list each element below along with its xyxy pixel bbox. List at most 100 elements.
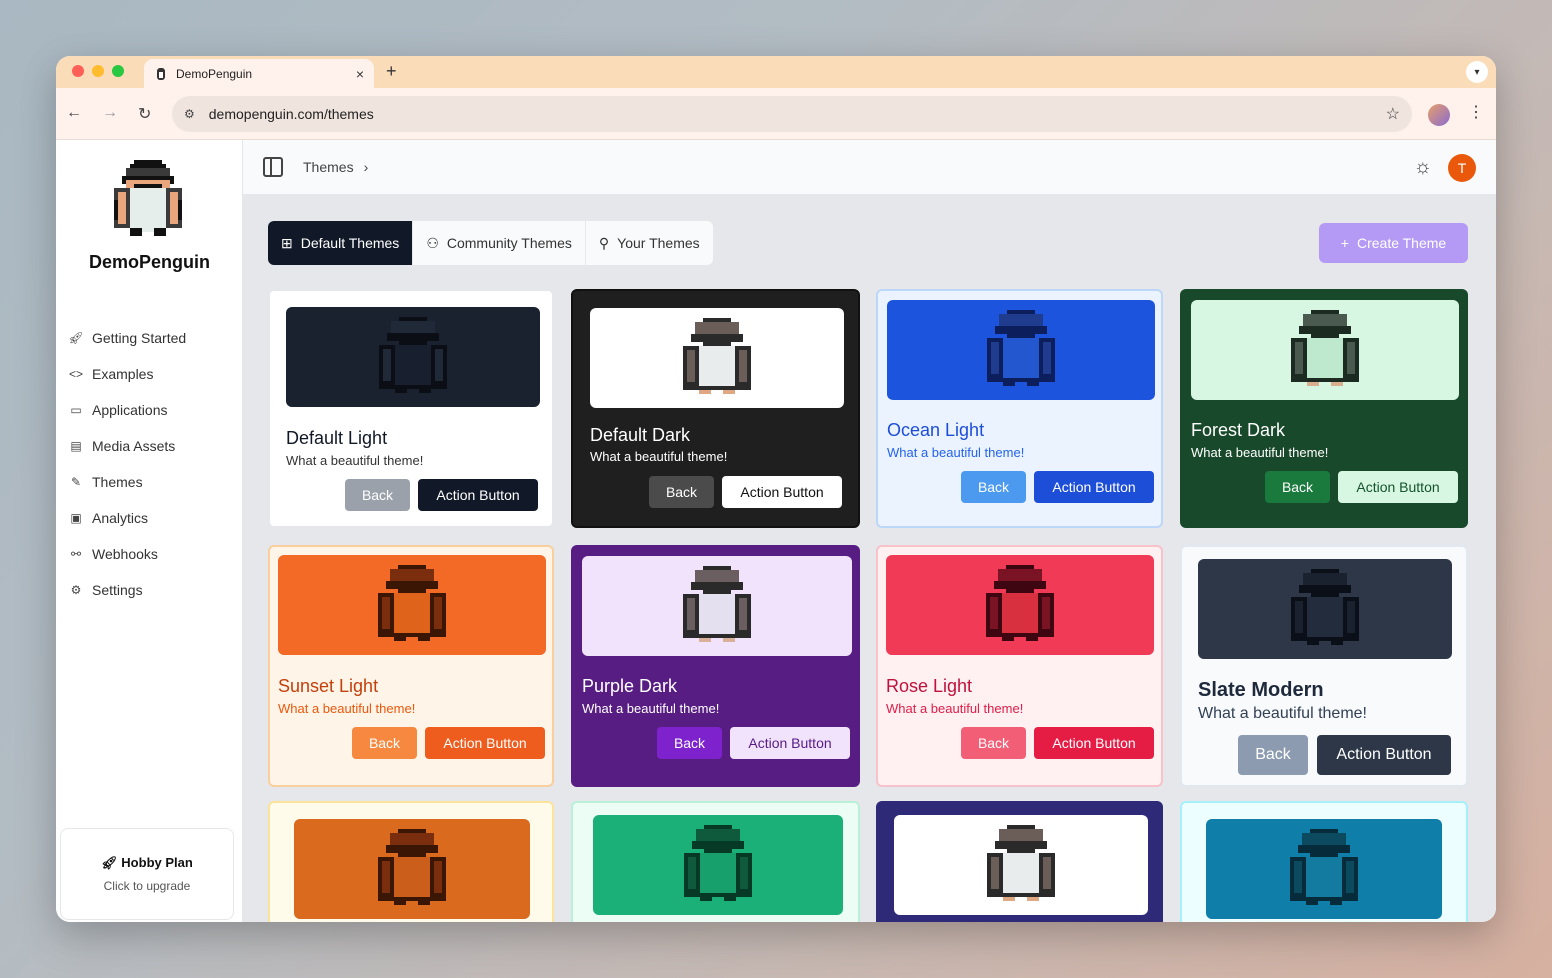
browser-tab[interactable]: DemoPenguin × bbox=[144, 59, 374, 88]
penguin-icon bbox=[379, 317, 447, 393]
theme-title: Forest Dark bbox=[1191, 420, 1286, 440]
theme-preview bbox=[1198, 559, 1452, 659]
theme-card[interactable]: Forest Dark What a beautiful theme! Back Ac… bbox=[1180, 289, 1468, 528]
penguin-icon bbox=[378, 829, 446, 905]
tab-community-themes[interactable]: ⚇ Community Themes bbox=[413, 221, 586, 265]
theme-tabs: ⊞ Default Themes ⚇ Community Themes ⚲ Your … bbox=[268, 221, 713, 265]
penguin-logo-icon bbox=[106, 160, 190, 245]
profile-avatar-icon[interactable] bbox=[1428, 104, 1450, 126]
back-button[interactable]: Back bbox=[649, 476, 714, 508]
minimize-window-button[interactable] bbox=[92, 65, 104, 77]
tab-default-themes[interactable]: ⊞ Default Themes bbox=[268, 221, 414, 265]
browser-menu-icon[interactable]: ⋮ bbox=[1468, 102, 1484, 122]
theme-card[interactable]: Purple Dark What a beautiful theme! Back Ac… bbox=[571, 545, 860, 787]
theme-card[interactable]: Ocean Light What a beautiful theme! Back Ac… bbox=[876, 289, 1163, 528]
action-button[interactable]: Action Button bbox=[418, 479, 538, 511]
file-image-icon: ▤ bbox=[70, 439, 82, 453]
theme-subtitle: What a beautiful theme! bbox=[590, 449, 728, 464]
rocket-icon: 🚀︎ bbox=[101, 855, 122, 870]
theme-preview bbox=[286, 307, 540, 407]
sidebar-item-analytics[interactable]: ▣ Analytics bbox=[68, 500, 238, 536]
theme-card[interactable]: Rose Light What a beautiful theme! Back Act… bbox=[876, 545, 1163, 787]
penguin-favicon-icon bbox=[157, 67, 165, 80]
monitor-chart-icon: ▣ bbox=[70, 511, 82, 525]
action-button[interactable]: Action Button bbox=[1034, 727, 1154, 759]
address-bar[interactable]: ⚙ demopenguin.com/themes ☆ bbox=[172, 96, 1412, 132]
forward-arrow-icon[interactable]: → bbox=[102, 104, 118, 122]
theme-card[interactable] bbox=[1180, 801, 1468, 922]
theme-card[interactable]: Slate Modern What a beautiful theme! Back A… bbox=[1180, 545, 1468, 787]
theme-preview bbox=[887, 300, 1155, 400]
theme-preview bbox=[590, 308, 844, 408]
create-theme-button[interactable]: + Create Theme bbox=[1319, 223, 1468, 263]
theme-card[interactable] bbox=[571, 801, 860, 922]
penguin-icon bbox=[987, 825, 1055, 901]
theme-title: Ocean Light bbox=[887, 420, 985, 440]
action-button[interactable]: Action Button bbox=[425, 727, 545, 759]
action-button[interactable]: Action Button bbox=[1338, 471, 1458, 503]
window-icon: ▭ bbox=[70, 403, 82, 417]
back-button[interactable]: Back bbox=[345, 479, 410, 511]
theme-card[interactable]: Sunset Light What a beautiful theme! Back A… bbox=[268, 545, 554, 787]
reload-icon[interactable]: ↻ bbox=[138, 104, 151, 124]
new-tab-button[interactable]: + bbox=[386, 61, 397, 82]
close-window-button[interactable] bbox=[72, 65, 84, 77]
theme-card[interactable]: Default Light What a beautiful theme! Back… bbox=[268, 289, 554, 528]
theme-preview bbox=[582, 556, 852, 656]
tab-search-chevron-icon[interactable]: ▾ bbox=[1466, 61, 1488, 83]
back-button[interactable]: Back bbox=[1238, 735, 1308, 775]
action-button[interactable]: Action Button bbox=[1317, 735, 1451, 775]
theme-card[interactable] bbox=[876, 801, 1163, 922]
bookmark-star-icon[interactable]: ☆ bbox=[1386, 104, 1400, 124]
breadcrumb: Themes › bbox=[303, 159, 368, 175]
url-text: demopenguin.com/themes bbox=[208, 106, 374, 122]
penguin-icon bbox=[683, 318, 751, 394]
user-avatar[interactable]: T bbox=[1448, 154, 1476, 182]
tab-your-themes[interactable]: ⚲ Your Themes bbox=[586, 221, 713, 265]
sidebar-item-applications[interactable]: ▭ Applications bbox=[68, 392, 238, 428]
theme-title: Rose Light bbox=[886, 676, 973, 696]
back-button[interactable]: Back bbox=[961, 727, 1026, 759]
sidebar-item-webhooks[interactable]: ⚯ Webhooks bbox=[68, 536, 238, 572]
plan-upgrade-card[interactable]: 🚀︎ Hobby Plan Click to upgrade bbox=[60, 828, 234, 920]
plus-icon: + bbox=[1340, 235, 1349, 251]
breadcrumb-themes[interactable]: Themes bbox=[303, 159, 354, 175]
back-arrow-icon[interactable]: ← bbox=[66, 104, 82, 122]
plan-subtitle: Click to upgrade bbox=[103, 879, 191, 893]
action-button[interactable]: Action Button bbox=[1034, 471, 1154, 503]
penguin-icon bbox=[683, 566, 751, 642]
theme-subtitle: What a beautiful theme! bbox=[286, 453, 424, 468]
theme-preview bbox=[1191, 300, 1459, 400]
back-button[interactable]: Back bbox=[961, 471, 1026, 503]
browser-tab-bar: DemoPenguin × + ▾ bbox=[56, 56, 1496, 88]
plan-title: Hobby Plan bbox=[121, 855, 193, 870]
webhook-icon: ⚯ bbox=[70, 547, 82, 561]
penguin-icon bbox=[378, 565, 446, 641]
sidebar-toggle-icon[interactable] bbox=[263, 157, 283, 177]
back-button[interactable]: Back bbox=[1265, 471, 1330, 503]
tab-close-icon[interactable]: × bbox=[356, 66, 364, 82]
sidebar-item-settings[interactable]: ⚙ Settings bbox=[68, 572, 238, 608]
theme-preview bbox=[593, 815, 843, 915]
theme-title: Purple Dark bbox=[582, 676, 678, 696]
theme-card[interactable]: Default Dark What a beautiful theme! Back A… bbox=[571, 289, 860, 528]
back-button[interactable]: Back bbox=[657, 727, 722, 759]
theme-card[interactable] bbox=[268, 801, 554, 922]
penguin-icon bbox=[987, 310, 1055, 386]
tab-title: DemoPenguin bbox=[176, 66, 253, 81]
sidebar-item-getting-started[interactable]: 🚀︎ Getting Started bbox=[68, 320, 238, 356]
browser-window: DemoPenguin × + ▾ ← → ↻ ⚙ demopenguin.co… bbox=[56, 56, 1496, 922]
sun-icon[interactable]: ☼ bbox=[1414, 156, 1432, 179]
maximize-window-button[interactable] bbox=[112, 65, 124, 77]
action-button[interactable]: Action Button bbox=[730, 727, 850, 759]
penguin-icon bbox=[684, 825, 752, 901]
theme-preview bbox=[1206, 819, 1442, 919]
sidebar-item-themes[interactable]: ✎ Themes bbox=[68, 464, 238, 500]
app-shell: DemoPenguin 🚀︎ Getting Started <> Examples… bbox=[56, 140, 1496, 922]
back-button[interactable]: Back bbox=[352, 727, 417, 759]
sidebar-item-examples[interactable]: <> Examples bbox=[68, 356, 238, 392]
sidebar-item-media-assets[interactable]: ▤ Media Assets bbox=[68, 428, 238, 464]
theme-title: Sunset Light bbox=[278, 676, 379, 696]
action-button[interactable]: Action Button bbox=[722, 476, 842, 508]
site-settings-icon[interactable]: ⚙ bbox=[184, 107, 195, 121]
